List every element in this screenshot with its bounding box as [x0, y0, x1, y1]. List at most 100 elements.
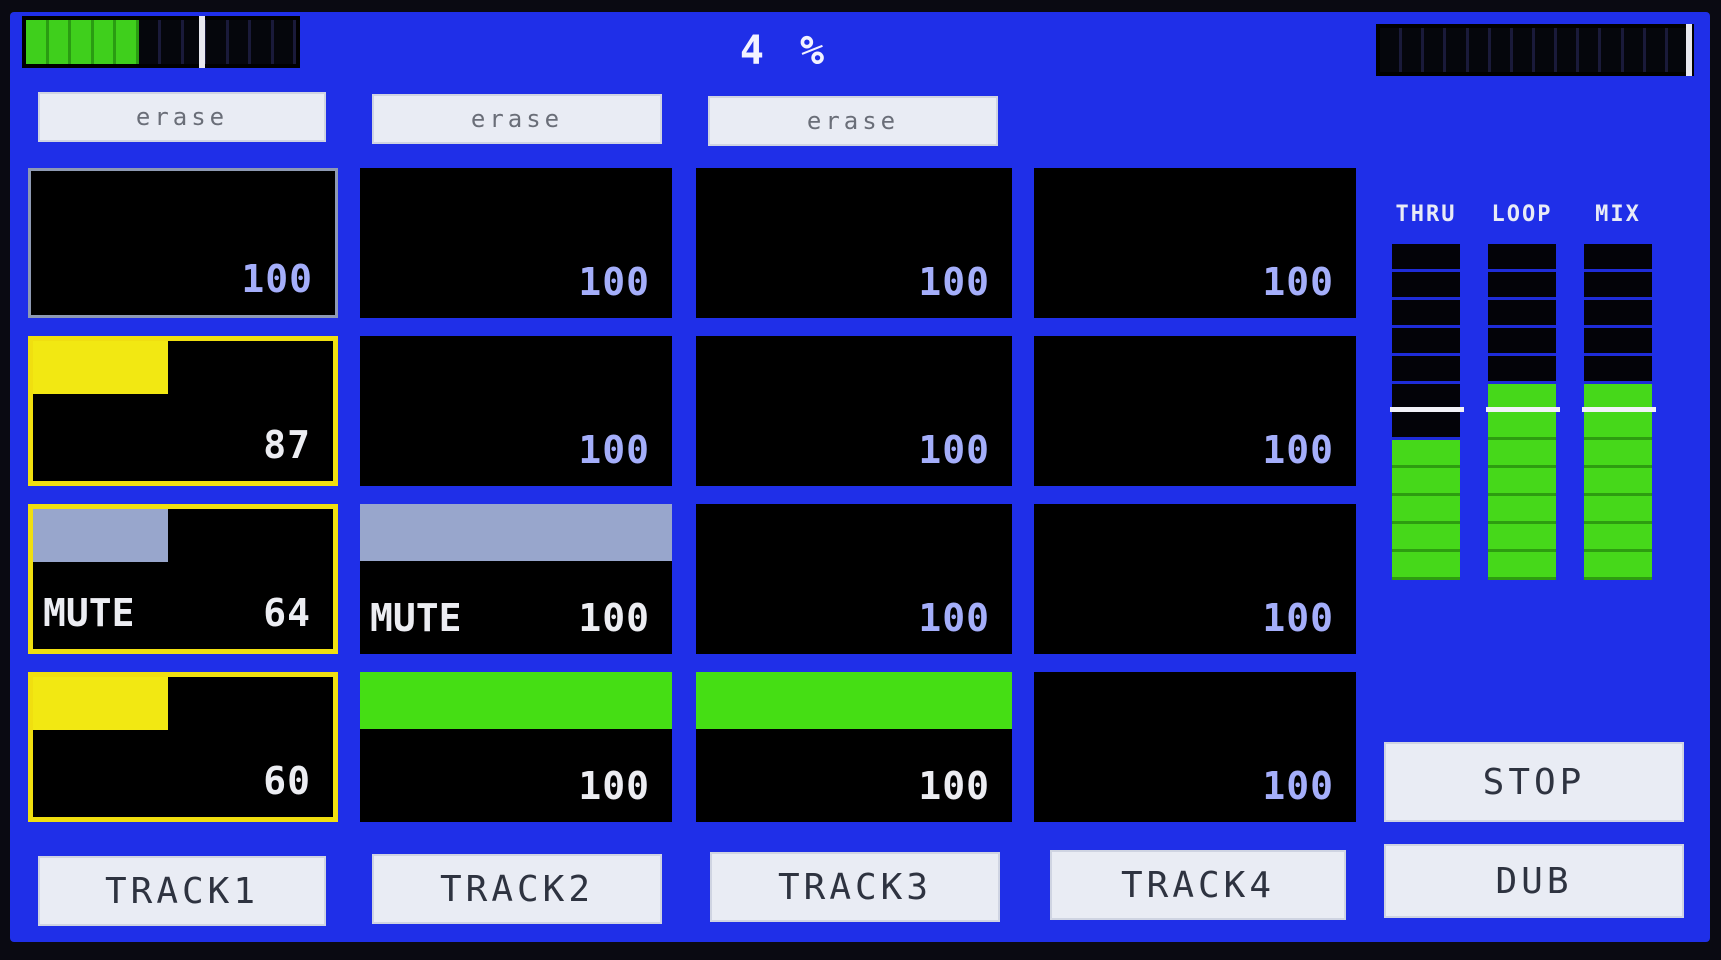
level-meter-segment [1488, 300, 1556, 328]
output-meter-segment [1557, 28, 1580, 72]
track4-button[interactable]: TRACK4 [1050, 850, 1346, 920]
level-meter-segment [1584, 272, 1652, 300]
track3-button[interactable]: TRACK3 [710, 852, 1000, 922]
looper-screen: 4 % erase erase erase 100 87 MUTE 64 60 100 10… [10, 12, 1710, 942]
pad-level-bar [33, 677, 168, 731]
level-meter-segment [1488, 496, 1556, 524]
erase-button-track3[interactable]: erase [708, 96, 998, 146]
level-meter-segment [1488, 552, 1556, 580]
pad-level-bar [696, 672, 1012, 729]
pad-track2-row4[interactable]: 100 [360, 672, 672, 822]
pad-track1-row2[interactable]: 87 [28, 336, 338, 486]
pad-value: 100 [918, 260, 990, 304]
track1-button[interactable]: TRACK1 [38, 856, 326, 926]
input-meter-segment [71, 20, 94, 64]
pad-value: 100 [918, 596, 990, 640]
level-meter-mix [1582, 244, 1656, 580]
pad-track4-row3[interactable]: 100 [1034, 504, 1356, 654]
level-meter-segment [1488, 356, 1556, 384]
input-meter-segment [251, 20, 274, 64]
output-meter-segment [1380, 28, 1403, 72]
level-meter-segment [1584, 300, 1652, 328]
output-meter-segment [1424, 28, 1447, 72]
input-meter-segment [26, 20, 49, 64]
pad-value: 100 [578, 764, 650, 808]
output-meter-segment [1534, 28, 1558, 72]
level-meter-thru [1390, 244, 1464, 580]
level-meter-segment [1488, 244, 1556, 272]
loop-progress-label: 4 % [739, 28, 831, 74]
pad-track1-row1[interactable]: 100 [28, 168, 338, 318]
input-meter-segment [161, 20, 184, 64]
erase-button-track2[interactable]: erase [372, 94, 662, 144]
output-meter-segment [1579, 28, 1602, 72]
pad-track4-row1[interactable]: 100 [1034, 168, 1356, 318]
pad-mute-label: MUTE [370, 596, 462, 640]
pad-track2-row1[interactable]: 100 [360, 168, 672, 318]
pad-track3-row2[interactable]: 100 [696, 336, 1012, 486]
output-meter-segment [1512, 28, 1535, 72]
level-meter-segment [1584, 524, 1652, 552]
pad-track2-row2[interactable]: 100 [360, 336, 672, 486]
level-meter-peak-line [1582, 407, 1656, 412]
level-meter-segment [1584, 496, 1652, 524]
input-meter-segment [206, 20, 229, 64]
level-meter-segment [1584, 412, 1652, 440]
level-meter-segment [1392, 496, 1460, 524]
pad-level-bar [33, 509, 168, 563]
level-meter-segment [1488, 468, 1556, 496]
pad-level-bar [360, 672, 672, 729]
pad-track4-row2[interactable]: 100 [1034, 336, 1356, 486]
level-meter-segment [1584, 356, 1652, 384]
level-meter-segment [1584, 468, 1652, 496]
output-meter-segment [1468, 28, 1491, 72]
input-level-meter [22, 16, 300, 68]
pad-value: 100 [241, 257, 313, 301]
pad-value: 60 [263, 759, 311, 803]
pad-track3-row4[interactable]: 100 [696, 672, 1012, 822]
pad-value: 100 [578, 596, 650, 640]
input-meter-segment [138, 20, 161, 64]
level-meter-segment [1584, 244, 1652, 272]
erase-button-track1[interactable]: erase [38, 92, 326, 142]
dub-button[interactable]: DUB [1384, 844, 1684, 918]
level-meter-segment [1488, 440, 1556, 468]
level-meter-segment [1392, 468, 1460, 496]
input-meter-segment [228, 20, 251, 64]
pad-mute-label: MUTE [43, 591, 135, 635]
level-meter-label-loop: LOOP [1491, 202, 1553, 227]
input-meter-segment [116, 20, 139, 64]
pad-track1-row3[interactable]: MUTE 64 [28, 504, 338, 654]
level-meter-segment [1488, 524, 1556, 552]
output-meter-segment [1623, 28, 1646, 72]
pad-value: 100 [1262, 764, 1334, 808]
pad-value: 100 [1262, 596, 1334, 640]
level-meter-segment [1584, 552, 1652, 580]
level-meter-segment [1392, 328, 1460, 356]
level-meter-peak-line [1486, 407, 1560, 412]
pad-track4-row4[interactable]: 100 [1034, 672, 1356, 822]
output-meter-segment [1645, 28, 1668, 72]
pad-value: 100 [1262, 428, 1334, 472]
level-meter-peak-line [1390, 407, 1464, 412]
level-meter-segment [1392, 272, 1460, 300]
output-meter-segment [1601, 28, 1624, 72]
pad-track3-row1[interactable]: 100 [696, 168, 1012, 318]
track2-button[interactable]: TRACK2 [372, 854, 662, 924]
pad-level-bar [33, 341, 168, 395]
level-meter-segment [1392, 244, 1460, 272]
pad-track3-row3[interactable]: 100 [696, 504, 1012, 654]
stop-button[interactable]: STOP [1384, 742, 1684, 822]
pad-track1-row4[interactable]: 60 [28, 672, 338, 822]
pad-value: 100 [918, 428, 990, 472]
input-meter-segment [48, 20, 71, 64]
pad-track2-row3[interactable]: MUTE 100 [360, 504, 672, 654]
input-meter-marker [199, 16, 206, 68]
level-meter-loop [1486, 244, 1560, 580]
output-meter-segment [1446, 28, 1469, 72]
level-meter-segment [1488, 412, 1556, 440]
level-meter-segment [1584, 440, 1652, 468]
pad-value: 64 [263, 591, 311, 635]
level-meter-segment [1392, 300, 1460, 328]
pad-level-bar [360, 504, 672, 561]
